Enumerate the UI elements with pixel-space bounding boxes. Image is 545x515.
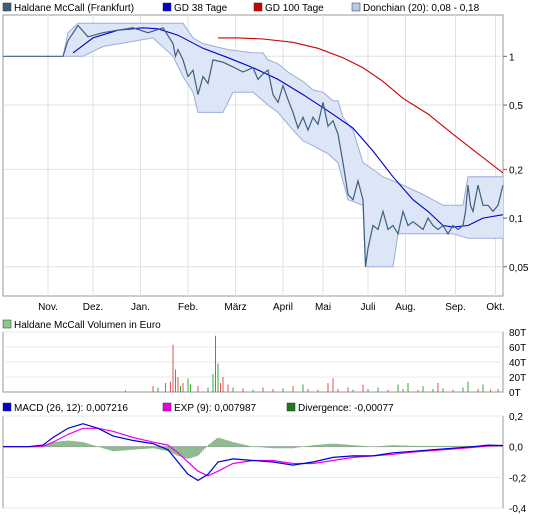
macd-y-tick-label: -0,2 (509, 473, 527, 484)
legend-label: Haldane McCall (Frankfurt) (14, 3, 134, 14)
x-axis-month-label: Juli (360, 302, 375, 313)
price-y-tick-label: 0,1 (509, 214, 523, 225)
x-axis-month-label: Nov. (38, 302, 58, 313)
legend-swatch (2, 2, 12, 12)
x-axis-month-label: Okt. (486, 302, 504, 313)
volume-y-tick-label: 60T (509, 343, 526, 354)
legend-swatch (351, 2, 361, 12)
price-y-tick-label: 0,05 (509, 263, 529, 274)
macd-y-tick-label: 0,0 (509, 443, 523, 454)
chart-stage: Haldane McCall (Frankfurt) GD 38 Tage GD 1… (2, 2, 529, 515)
volume-y-tick-label: 20T (509, 373, 526, 384)
price-y-tick-label: 0,2 (509, 165, 523, 176)
price-x-axis: Nov. Dez. Jan. Feb. März April Mai Juli Aug. Sep.… (38, 302, 505, 313)
legend-swatch (162, 402, 172, 412)
volume-y-axis: 80T 60T 40T 20T 0T (509, 328, 526, 399)
legend-label: MACD (26, 12): 0,007216 (14, 403, 128, 414)
x-axis-month-label: Dez. (83, 302, 104, 313)
legend-label: Haldane McCall Volumen in Euro (14, 320, 161, 331)
volume-y-tick-label: 80T (509, 328, 526, 339)
macd-y-tick-label: -0,4 (509, 504, 527, 515)
price-legend: Haldane McCall (Frankfurt) GD 38 Tage GD 1… (2, 2, 480, 14)
x-axis-month-label: Mai (315, 302, 331, 313)
x-axis-month-label: Aug. (395, 302, 416, 313)
macd-y-axis: 0,2 0,0 -0,2 -0,4 (509, 412, 527, 515)
macd-legend: MACD (26, 12): 0,007216 EXP (9): 0,007987… (2, 402, 394, 414)
legend-label: GD 38 Tage (174, 3, 228, 14)
legend-swatch (2, 402, 12, 412)
volume-y-tick-label: 40T (509, 358, 526, 369)
legend-swatch (2, 319, 12, 329)
x-axis-month-label: Sep. (445, 302, 466, 313)
x-axis-month-label: April (273, 302, 293, 313)
legend-swatch (162, 2, 172, 12)
legend-swatch (253, 2, 263, 12)
x-axis-month-label: Jan. (131, 302, 150, 313)
price-y-tick-label: 0,5 (509, 101, 523, 112)
volume-y-tick-label: 0T (509, 388, 521, 399)
x-axis-month-label: Feb. (178, 302, 198, 313)
volume-legend: Haldane McCall Volumen in Euro (2, 319, 161, 331)
macd-y-tick-label: 0,2 (509, 412, 523, 423)
price-y-tick-label: 1 (509, 52, 515, 63)
legend-swatch (286, 402, 296, 412)
legend-label: Donchian (20): 0,08 - 0,18 (363, 3, 480, 14)
legend-label: Divergence: -0,00077 (298, 403, 394, 414)
x-axis-month-label: März (224, 302, 246, 313)
price-y-axis: 1 0,5 0,2 0,1 0,05 (503, 52, 529, 274)
legend-label: GD 100 Tage (265, 3, 324, 14)
legend-label: EXP (9): 0,007987 (174, 403, 257, 414)
